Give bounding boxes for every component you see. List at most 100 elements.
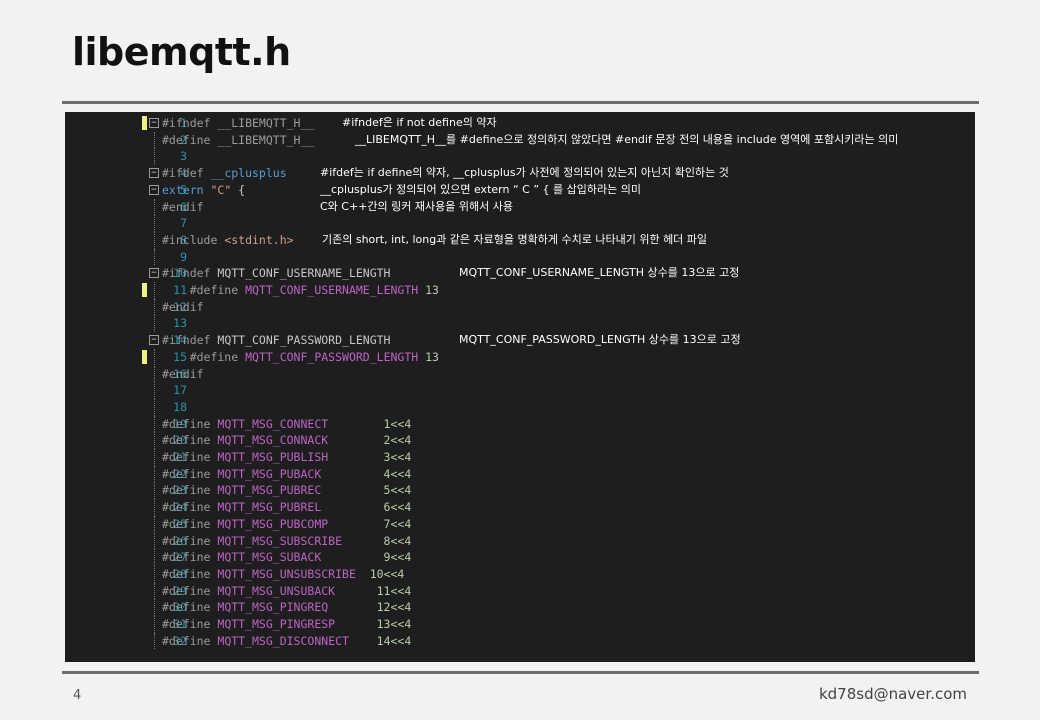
code-token: #define: [162, 132, 218, 147]
code-line: 11 #define MQTT_CONF_USERNAME_LENGTH 13: [65, 282, 975, 299]
code-line: 9: [65, 248, 975, 266]
indent-guide: [154, 632, 156, 650]
code-token: 10<<4: [355, 566, 405, 581]
indent-guide: [154, 148, 156, 166]
collapse-icon[interactable]: −: [149, 335, 159, 346]
code-token: #define: [162, 500, 218, 515]
collapse-icon[interactable]: −: [149, 184, 159, 195]
code-token: #endif: [162, 199, 204, 214]
code-line: 1− #ifndef __LIBEMQTT_H__: [65, 115, 975, 132]
code-token: MQTT_MSG_PINGRESP: [217, 617, 336, 631]
code-token: #ifndef: [162, 333, 218, 348]
code-text: #include <stdint.h>: [162, 232, 294, 249]
code-token: __LIBEMQTT_H__: [217, 132, 315, 147]
code-line: 17: [65, 382, 975, 399]
code-token: <stdint.h>: [224, 232, 294, 247]
code-line: 13: [65, 315, 975, 333]
indent-guide: [154, 449, 156, 466]
collapse-icon[interactable]: −: [149, 118, 159, 128]
code-text: #define MQTT_MSG_DISCONNECT 14<<4: [162, 633, 411, 650]
code-line: 7: [65, 215, 975, 232]
code-token: MQTT_MSG_UNSUBSCRIBE: [217, 566, 356, 581]
page-number: 4: [73, 688, 82, 703]
code-text: #define MQTT_MSG_SUBACK 9<<4: [162, 549, 411, 566]
code-token: 1<<4: [328, 416, 412, 431]
indent-guide: [154, 348, 156, 366]
code-token: 13<<4: [335, 617, 412, 631]
code-text: #define MQTT_MSG_CONNACK 2<<4: [162, 432, 411, 449]
indent-guide: [154, 432, 156, 449]
collapse-icon[interactable]: −: [149, 168, 159, 179]
code-token: 3<<4: [328, 450, 412, 464]
change-marker: [142, 349, 147, 364]
code-token: #include: [162, 232, 225, 247]
code-line: 15 #define MQTT_CONF_PASSWORD_LENGTH 13: [65, 348, 975, 366]
code-line: 16 #endif: [65, 365, 975, 383]
change-marker: [142, 283, 147, 297]
code-token: 12<<4: [328, 600, 412, 615]
indent-guide: [154, 248, 156, 266]
indent-guide: [154, 282, 156, 299]
code-token: 9<<4: [321, 550, 412, 565]
code-token: MQTT_MSG_SUBACK: [217, 550, 322, 565]
author-email: kd78sd@naver.com: [818, 685, 967, 703]
code-token: __cplusplus: [210, 166, 287, 181]
code-line: 30 #define MQTT_MSG_PINGREQ 12<<4: [65, 599, 975, 616]
code-line: 24 #define MQTT_MSG_PUBREL 6<<4: [65, 499, 975, 516]
code-text: #define MQTT_CONF_USERNAME_LENGTH 13: [162, 282, 439, 299]
code-line: 20 #define MQTT_MSG_CONNACK 2<<4: [65, 432, 975, 449]
code-token: MQTT_MSG_UNSUBACK: [217, 583, 336, 598]
code-text: #define MQTT_MSG_PINGRESP 13<<4: [162, 616, 411, 633]
code-token: MQTT_MSG_CONNACK: [217, 433, 329, 448]
indent-guide: [154, 365, 156, 383]
code-token: 13: [418, 283, 439, 297]
code-token: MQTT_CONF_PASSWORD_LENGTH: [217, 333, 391, 348]
code-token: #endif: [162, 299, 204, 314]
code-token: #ifndef: [162, 116, 218, 130]
code-line: 3: [65, 148, 975, 166]
code-line: 27 #define MQTT_MSG_SUBACK 9<<4: [65, 549, 975, 566]
annotation-text: #ifdef는 if define의 약자, __cplusplus가 사전에 …: [320, 166, 729, 180]
indent-guide: [154, 382, 156, 399]
code-token: 7<<4: [328, 516, 412, 531]
collapse-icon[interactable]: −: [149, 268, 159, 279]
change-marker: [142, 116, 147, 130]
code-token: #define: [162, 533, 218, 548]
indent-guide: [154, 565, 156, 583]
code-token: 14<<4: [348, 633, 412, 648]
code-token: 4<<4: [321, 466, 412, 481]
code-token: #define: [162, 450, 218, 464]
code-token: MQTT_MSG_PINGREQ: [217, 600, 329, 615]
code-token: {: [231, 182, 246, 197]
code-line: 18: [65, 398, 975, 416]
indent-guide: [154, 415, 156, 433]
line-number: 13: [173, 316, 187, 331]
code-token: "C": [210, 182, 232, 197]
indent-guide: [154, 231, 156, 249]
code-text: #ifndef __LIBEMQTT_H__: [162, 115, 314, 132]
annotation-text: MQTT_CONF_USERNAME_LENGTH 상수를 13으로 고정: [459, 266, 740, 280]
indent-guide: [154, 616, 156, 633]
code-token: #define: [162, 566, 218, 581]
indent-guide: [154, 599, 156, 616]
code-text: #define MQTT_MSG_UNSUBACK 11<<4: [162, 583, 411, 600]
annotation-text: C와 C++간의 링커 재사용을 위해서 사용: [320, 199, 513, 213]
code-token: extern: [162, 182, 211, 197]
code-text: #ifndef MQTT_CONF_PASSWORD_LENGTH: [162, 332, 390, 349]
code-token: #define: [162, 617, 218, 631]
code-token: #define: [162, 433, 218, 448]
code-token: MQTT_MSG_PUBREC: [217, 483, 322, 498]
code-text: #define __LIBEMQTT_H__: [162, 132, 314, 149]
code-line: 31 #define MQTT_MSG_PINGRESP 13<<4: [65, 616, 975, 633]
code-text: #define MQTT_MSG_PUBACK 4<<4: [162, 466, 411, 483]
code-token: MQTT_MSG_PUBACK: [217, 466, 322, 481]
indent-guide: [154, 398, 156, 416]
line-number: 17: [173, 383, 187, 398]
code-token: MQTT_MSG_PUBCOMP: [217, 516, 329, 531]
code-token: #define: [162, 516, 218, 531]
line-number: 18: [173, 399, 187, 414]
code-text: #define MQTT_MSG_SUBSCRIBE 8<<4: [162, 533, 411, 550]
annotation-text: #ifndef은 if not define의 약자: [342, 116, 497, 129]
code-line: 22 #define MQTT_MSG_PUBACK 4<<4: [65, 465, 975, 483]
code-line: 21 #define MQTT_MSG_PUBLISH 3<<4: [65, 449, 975, 466]
